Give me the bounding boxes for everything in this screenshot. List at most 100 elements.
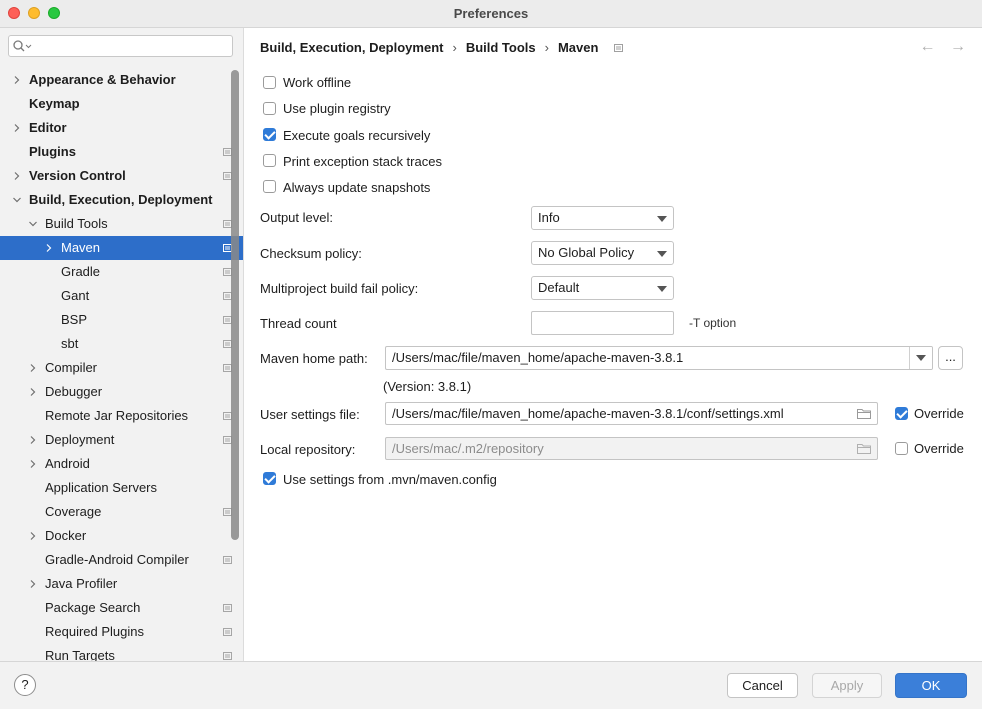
sidebar-item-label: Build, Execution, Deployment [29,192,213,207]
sidebar-item[interactable]: Android [0,452,243,476]
chevron-down-icon[interactable] [29,220,37,228]
chevron-down-icon[interactable] [13,196,21,204]
settings-search-input[interactable] [8,35,233,57]
chevron-right-icon[interactable] [13,124,21,132]
apply-button[interactable]: Apply [812,673,882,698]
ok-button[interactable]: OK [895,673,967,698]
sidebar-item[interactable]: Gradle [0,260,243,284]
maven-home-value: /Users/mac/file/maven_home/apache-maven-… [392,350,684,365]
chevron-down-icon [657,251,667,257]
sidebar-item[interactable]: Editor [0,116,243,140]
maven-home-combo[interactable]: /Users/mac/file/maven_home/apache-maven-… [385,346,933,370]
chevron-right-icon[interactable] [13,76,21,84]
execute-recursively-checkbox[interactable] [263,128,276,141]
output-level-select[interactable]: Info [531,206,674,230]
sidebar-item[interactable]: Package Search [0,596,243,620]
project-scope-icon [223,652,232,660]
user-settings-override-checkbox[interactable] [895,407,908,420]
sidebar-item[interactable]: BSP [0,308,243,332]
sidebar-item[interactable]: Remote Jar Repositories [0,404,243,428]
sidebar-item-label: Android [45,456,90,471]
sidebar-item[interactable]: Build, Execution, Deployment [0,188,243,212]
sidebar-item[interactable]: Keymap [0,92,243,116]
work-offline-checkbox[interactable] [263,76,276,89]
print-stack-traces-checkbox[interactable] [263,154,276,167]
sidebar-item-label: Required Plugins [45,624,145,639]
sidebar-item-label: BSP [61,312,88,327]
sidebar-item[interactable]: Compiler [0,356,243,380]
breadcrumb-item[interactable]: Build, Execution, Deployment [260,40,443,55]
sidebar-item[interactable]: Application Servers [0,476,243,500]
sidebar-item-label: sbt [61,336,79,351]
user-settings-label: User settings file: [260,407,360,422]
folder-icon[interactable] [857,443,871,454]
breadcrumb-separator: › [544,40,549,55]
chevron-right-icon[interactable] [13,172,21,180]
local-repository-input[interactable]: /Users/mac/.m2/repository [385,437,878,460]
chevron-right-icon[interactable] [29,460,37,468]
chevron-down-icon [657,216,667,222]
thread-count-label: Thread count [260,316,337,331]
sidebar-item-label: Build Tools [45,216,108,231]
project-scope-icon [223,556,232,564]
sidebar-item[interactable]: Debugger [0,380,243,404]
sidebar-item[interactable]: Appearance & Behavior [0,68,243,92]
sidebar-item-label: Keymap [29,96,80,111]
sidebar-item[interactable]: Run Targets [0,644,243,661]
maven-settings-panel: Build, Execution, Deployment › Build Tools… [244,28,982,661]
cancel-button[interactable]: Cancel [727,673,798,698]
sidebar-item[interactable]: Version Control [0,164,243,188]
sidebar-item[interactable]: Coverage [0,500,243,524]
sidebar-item[interactable]: Deployment [0,428,243,452]
folder-icon[interactable] [857,408,871,419]
plugin-registry-label: Use plugin registry [283,101,391,116]
user-settings-input[interactable]: /Users/mac/file/maven_home/apache-maven-… [385,402,878,425]
chevron-right-icon[interactable] [29,532,37,540]
update-snapshots-checkbox[interactable] [263,180,276,193]
breadcrumb: Build, Execution, Deployment › Build Tools… [260,40,624,55]
sidebar-item[interactable]: Build Tools [0,212,243,236]
local-repository-override-label: Override [914,441,964,456]
sidebar-item[interactable]: Gant [0,284,243,308]
user-settings-override-label: Override [914,406,964,421]
chevron-right-icon[interactable] [29,388,37,396]
sidebar-item[interactable]: Gradle-Android Compiler [0,548,243,572]
sidebar-item-label: Compiler [45,360,98,375]
fail-policy-select[interactable]: Default [531,276,674,300]
print-stack-traces-label: Print exception stack traces [283,154,442,169]
mvn-config-checkbox[interactable] [263,472,276,485]
sidebar-item[interactable]: Java Profiler [0,572,243,596]
sidebar-item[interactable]: sbt [0,332,243,356]
chevron-right-icon[interactable] [29,436,37,444]
maven-version-text: (Version: 3.8.1) [383,379,472,394]
forward-arrow-icon[interactable]: → [950,38,966,55]
sidebar-item[interactable]: Required Plugins [0,620,243,644]
checksum-policy-select[interactable]: No Global Policy [531,241,674,265]
sidebar-item[interactable]: Maven [0,236,243,260]
chevron-right-icon[interactable] [29,580,37,588]
plugin-registry-checkbox[interactable] [263,102,276,115]
search-icon [13,40,32,52]
mvn-config-label: Use settings from .mvn/maven.config [283,472,497,487]
sidebar-item[interactable]: Plugins [0,140,243,164]
local-repository-override-checkbox[interactable] [895,442,908,455]
sidebar-item-label: Application Servers [45,480,157,495]
sidebar-item-label: Remote Jar Repositories [45,408,189,423]
maven-home-browse-button[interactable]: ... [938,346,963,370]
sidebar-item-label: Docker [45,528,87,543]
sidebar-item-label: Run Targets [45,648,115,661]
help-button[interactable]: ? [14,674,36,696]
dialog-footer: ? Cancel Apply OK [0,661,982,709]
breadcrumb-item[interactable]: Build Tools [466,40,536,55]
back-arrow-icon[interactable]: ← [920,38,936,55]
chevron-right-icon[interactable] [29,364,37,372]
maven-home-dropdown[interactable] [909,347,932,369]
fail-policy-value: Default [538,280,580,295]
thread-count-input[interactable] [531,311,674,335]
sidebar-item-label: Appearance & Behavior [29,72,176,87]
chevron-right-icon[interactable] [45,244,53,252]
local-repository-value: /Users/mac/.m2/repository [392,441,544,456]
sidebar-scrollbar[interactable] [231,70,239,540]
sidebar-item-label: Gant [61,288,90,303]
sidebar-item[interactable]: Docker [0,524,243,548]
